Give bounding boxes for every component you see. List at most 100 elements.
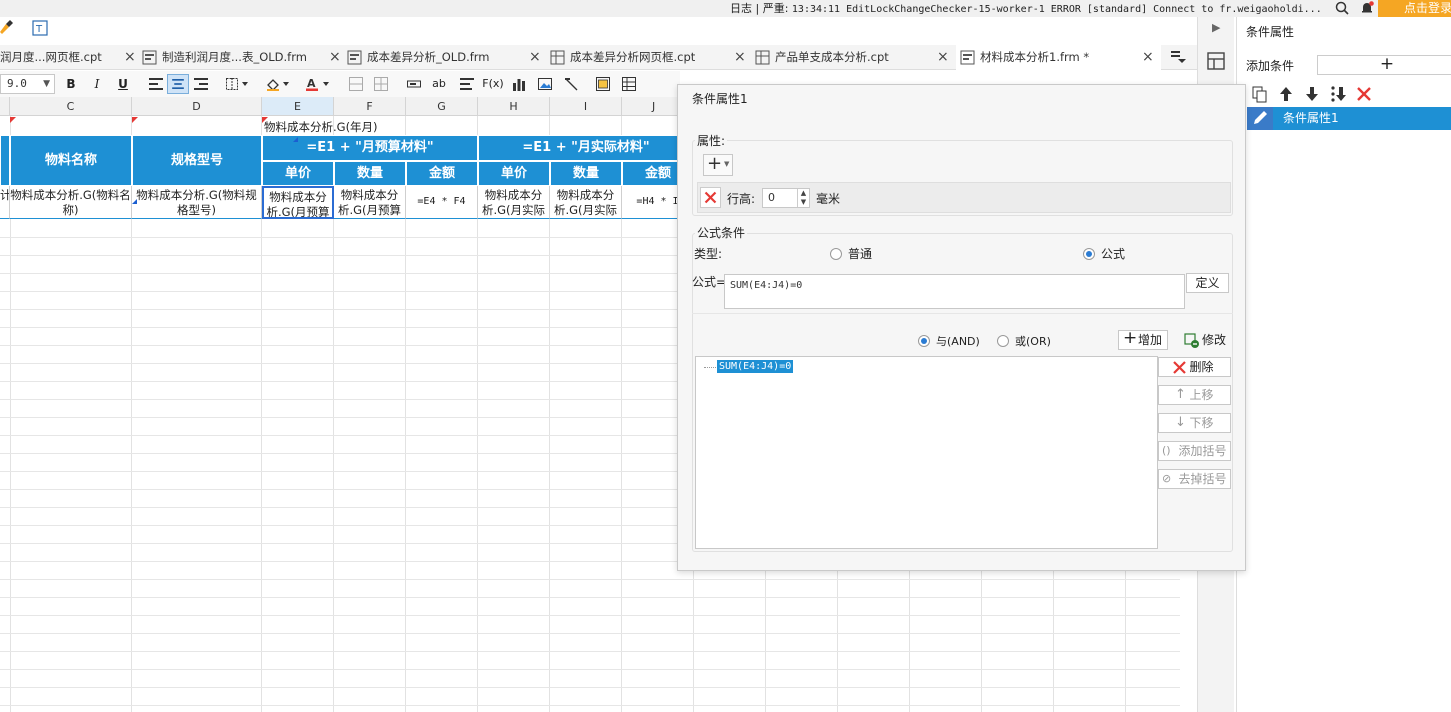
header-cell-quantity[interactable]: 数量 — [550, 161, 622, 186]
tab-list-menu-icon[interactable] — [1170, 50, 1186, 64]
formula-input[interactable]: SUM(E4:J4)=0 — [724, 274, 1185, 309]
move-down-button[interactable]: ↓ 下移 — [1158, 413, 1231, 433]
add-condition-button[interactable]: + 增加 — [1118, 329, 1168, 350]
data-cell-g[interactable]: =E4 * F4 — [406, 186, 478, 219]
column-header-d[interactable]: D — [132, 97, 262, 116]
image-icon[interactable] — [534, 74, 556, 94]
template-icon[interactable]: T — [32, 20, 48, 36]
header-cell-actual-group[interactable]: =E1 + "月实际材料" — [478, 135, 694, 161]
header-cell-spec-model[interactable]: 规格型号 — [132, 135, 262, 186]
column-header-i[interactable]: I — [550, 97, 622, 116]
table-icon[interactable] — [618, 74, 640, 94]
log-status[interactable]: 日志 | 严重: 13:34:11 EditLockChangeChecker-… — [730, 0, 1322, 17]
remove-parentheses-button[interactable]: ⊘ 去掉括号 — [1158, 469, 1231, 489]
chevron-right-icon[interactable]: ▶ — [1212, 21, 1220, 34]
arrow-down-icon[interactable] — [1303, 85, 1321, 103]
column-header-e[interactable]: E — [262, 97, 334, 116]
split-cells-icon[interactable] — [370, 74, 392, 94]
tree-connector — [704, 367, 716, 368]
tab-close-button[interactable]: × — [529, 45, 541, 70]
column-header-c[interactable]: C — [10, 97, 132, 116]
tab-close-button[interactable]: × — [1142, 45, 1154, 70]
align-right-icon[interactable] — [190, 74, 212, 94]
add-attribute-dropdown[interactable]: + ▼ — [703, 153, 733, 176]
tab-close-button[interactable]: × — [329, 45, 341, 70]
chevron-down-icon: ▼ — [43, 79, 50, 89]
formula-button[interactable]: F(x) — [481, 74, 505, 94]
arrow-up-icon[interactable] — [1277, 85, 1295, 103]
italic-button[interactable]: I — [86, 74, 108, 94]
add-condition-button[interactable]: + — [1317, 55, 1451, 75]
type-normal-label: 普通 — [848, 247, 873, 261]
move-bottom-icon[interactable] — [1329, 85, 1347, 103]
slash-icon[interactable] — [560, 74, 582, 94]
condition-list-item[interactable]: 条件属性1 — [1247, 107, 1451, 130]
define-button[interactable]: 定义 — [1186, 273, 1229, 293]
tab-close-button[interactable]: × — [734, 45, 746, 70]
condition-item-selected[interactable]: SUM(E4:J4)=0 — [717, 360, 794, 373]
spinner-arrows-icon[interactable]: ▲ ▼ — [797, 189, 809, 207]
align-center-icon[interactable] — [167, 74, 189, 94]
header-cell-unit-price[interactable]: 单价 — [478, 161, 550, 186]
underline-button[interactable]: U — [112, 74, 134, 94]
type-formula-radio[interactable]: 公式 — [1083, 245, 1125, 262]
title-cell[interactable]: 物料成本分析.G(年月) — [264, 119, 378, 135]
copy-icon[interactable] — [1251, 85, 1269, 103]
tab-2[interactable]: 制造利润月度...表_OLD.frm × — [142, 45, 342, 70]
format-painter-icon[interactable] — [0, 20, 14, 36]
and-radio[interactable]: 与(AND) — [918, 333, 980, 349]
tab-close-button[interactable]: × — [937, 45, 949, 70]
data-cell-i[interactable]: 物料成本分析.G(月实际 — [550, 186, 622, 219]
tab-close-button[interactable]: × — [124, 45, 136, 70]
tab-4[interactable]: 成本差异分析网页框.cpt × — [550, 45, 750, 70]
modify-button[interactable]: 修改 — [1181, 330, 1231, 350]
remove-attribute-icon[interactable] — [700, 187, 721, 208]
text-ab-button[interactable]: ab — [428, 74, 450, 94]
paragraph-icon[interactable] — [456, 74, 478, 94]
align-left-icon[interactable] — [145, 74, 167, 94]
text-field-icon[interactable] — [403, 74, 425, 94]
tab-1[interactable]: 润月度...网页框.cpt × — [0, 45, 138, 70]
fill-color-icon[interactable] — [262, 74, 294, 94]
bold-button[interactable]: B — [60, 74, 82, 94]
chart-icon[interactable] — [508, 74, 530, 94]
column-header-b[interactable] — [0, 97, 10, 116]
delete-button[interactable]: 删除 — [1158, 357, 1231, 377]
attribute-group-label: 属性: — [695, 132, 728, 149]
font-size-select[interactable]: 9.0 ▼ — [0, 74, 55, 94]
font-color-icon[interactable]: A — [302, 74, 334, 94]
tab-5[interactable]: 产品单支成本分析.cpt × — [755, 45, 955, 70]
or-radio[interactable]: 或(OR) — [997, 333, 1051, 349]
add-parentheses-button[interactable]: () 添加括号 — [1158, 441, 1231, 461]
header-cell-quantity[interactable]: 数量 — [334, 161, 406, 186]
delete-icon[interactable] — [1355, 85, 1373, 103]
data-cell-b[interactable]: 计 — [0, 186, 10, 219]
border-icon[interactable] — [222, 74, 254, 94]
data-cell-e-selected[interactable]: 物料成本分析.G(月预算 — [262, 186, 334, 219]
data-cell-h[interactable]: 物料成本分析.G(月实际 — [478, 186, 550, 219]
header-cell-amount[interactable]: 金额 — [406, 161, 478, 186]
delete-button-label: 删除 — [1189, 360, 1214, 374]
move-up-button[interactable]: ↑ 上移 — [1158, 385, 1231, 405]
login-button[interactable]: 点击登录 — [1378, 0, 1451, 17]
row-height-spinner[interactable]: 0 ▲ ▼ — [762, 188, 810, 208]
column-header-f[interactable]: F — [334, 97, 406, 116]
column-header-g[interactable]: G — [406, 97, 478, 116]
data-cell-f[interactable]: 物料成本分析.G(月预算 — [334, 186, 406, 219]
grid-line — [0, 669, 1180, 670]
cell-attribute-icon[interactable] — [1207, 52, 1225, 70]
condition-list[interactable]: SUM(E4:J4)=0 — [695, 356, 1158, 549]
sub-report-icon[interactable] — [592, 74, 614, 94]
header-cell-unit-price[interactable]: 单价 — [262, 161, 334, 186]
bell-icon[interactable] — [1360, 1, 1374, 15]
tab-3[interactable]: 成本差异分析_OLD.frm × — [347, 45, 547, 70]
type-normal-radio[interactable]: 普通 — [830, 245, 872, 262]
merge-cells-icon[interactable] — [345, 74, 367, 94]
column-header-h[interactable]: H — [478, 97, 550, 116]
tab-6[interactable]: 材料成本分析1.frm * × — [956, 45, 1161, 70]
data-cell-c[interactable]: 物料成本分析.G(物料名称) — [10, 186, 132, 219]
header-cell-b[interactable] — [0, 135, 10, 186]
data-cell-d[interactable]: 物料成本分析.G(物料规格型号) — [132, 186, 262, 219]
search-icon[interactable] — [1335, 1, 1349, 15]
header-cell-material-name[interactable]: 物料名称 — [10, 135, 132, 186]
